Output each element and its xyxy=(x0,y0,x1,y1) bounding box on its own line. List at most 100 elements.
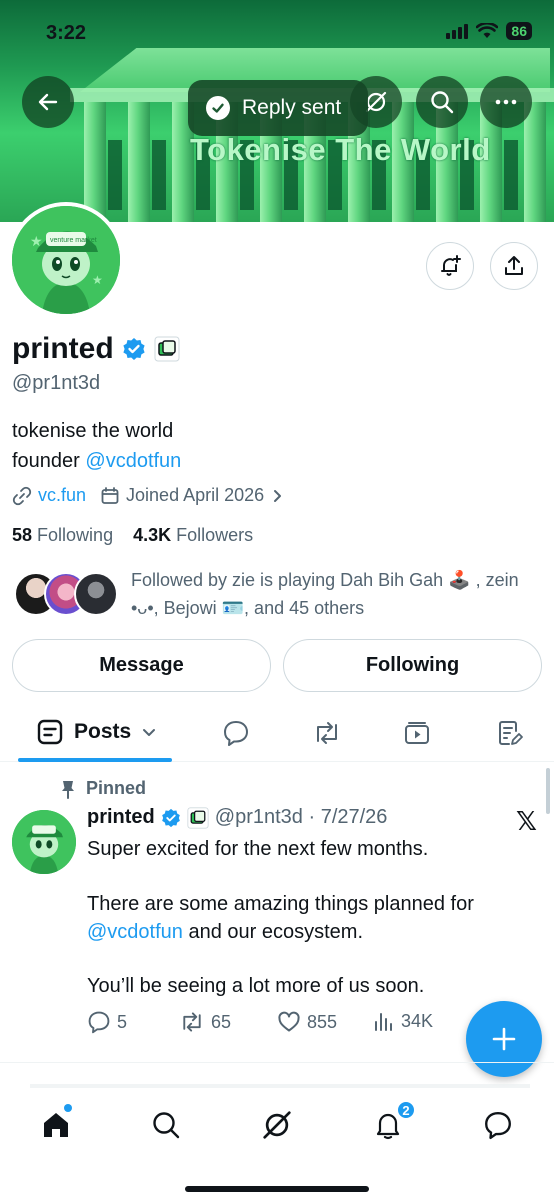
arrow-left-icon xyxy=(38,93,58,111)
following-count: 58 xyxy=(12,525,33,545)
affiliate-badge-icon xyxy=(187,806,209,829)
grok-icon xyxy=(263,1111,291,1139)
wifi-icon xyxy=(476,23,499,38)
back-button[interactable] xyxy=(22,76,74,128)
followed-by-avatars[interactable] xyxy=(14,572,118,618)
x-logo-icon: 𝕏 xyxy=(516,806,537,836)
pinned-label: Pinned xyxy=(86,778,147,798)
post-header: printed @pr1nt3d · 7/27/26 xyxy=(87,806,387,829)
followers-count-link[interactable]: 4.3K Followers xyxy=(133,525,253,545)
nav-search[interactable] xyxy=(141,1100,191,1150)
follower-avatar xyxy=(74,572,118,616)
banner-column xyxy=(128,102,150,222)
search-icon xyxy=(153,1112,180,1139)
post-text-line: You’ll be seeing a lot more of us soon. xyxy=(87,975,425,997)
share-upload-icon xyxy=(505,256,523,275)
post-handle-date: @pr1nt3d · 7/27/26 xyxy=(214,806,388,828)
avatar-illustration xyxy=(12,810,76,874)
profile-name-row: printed xyxy=(12,332,180,366)
joined-date: Joined April 2026 xyxy=(126,485,265,505)
repost-icon xyxy=(317,722,337,744)
banner-column xyxy=(524,102,546,222)
chevron-right-icon[interactable] xyxy=(270,489,284,503)
toast-label: Reply sent xyxy=(242,96,342,119)
active-tab-indicator xyxy=(18,758,172,762)
reply-bubble-icon xyxy=(224,721,248,746)
more-dots-icon xyxy=(495,99,517,105)
home-indicator xyxy=(185,1186,369,1192)
banner-window xyxy=(108,140,122,210)
reply-action[interactable]: 5 xyxy=(87,1010,127,1034)
status-icons: 86 xyxy=(446,22,532,40)
reply-icon xyxy=(88,1011,110,1034)
scrollbar[interactable] xyxy=(546,768,550,814)
nav-home[interactable] xyxy=(31,1100,81,1150)
nav-messages[interactable] xyxy=(473,1100,523,1150)
tab-media[interactable] xyxy=(402,718,432,748)
tab-articles[interactable] xyxy=(495,718,525,748)
profile-bio-line: founder @vcdotfun xyxy=(12,450,181,473)
bottom-navigation: 2 xyxy=(0,1090,554,1199)
repost-count: 65 xyxy=(211,1011,232,1032)
views-bar-chart-icon xyxy=(375,1013,392,1031)
check-circle-icon xyxy=(206,96,230,120)
more-options-button[interactable] xyxy=(480,76,532,128)
like-action[interactable]: 855 xyxy=(277,1010,337,1034)
profile-avatar[interactable]: ★ ★ venture market xyxy=(8,202,124,318)
following-count-link[interactable]: 58 Following xyxy=(12,525,113,545)
posts-icon xyxy=(37,719,63,745)
view-count: 34K xyxy=(401,1010,434,1031)
chat-bubble-icon xyxy=(485,1112,511,1140)
profile-name: printed xyxy=(12,332,114,365)
post-mention-link[interactable]: @vcdotfun xyxy=(87,921,183,943)
next-post-peek xyxy=(30,1084,530,1088)
banner-title: Tokenise The World xyxy=(190,132,491,167)
repost-icon xyxy=(183,1012,201,1032)
home-icon xyxy=(44,1113,68,1137)
reply-count: 5 xyxy=(117,1011,128,1032)
pinned-indicator: Pinned xyxy=(60,778,146,799)
website-link[interactable]: vc.fun xyxy=(38,485,86,506)
profile-meta: vc.fun Joined April 2026 xyxy=(12,485,284,506)
post-divider xyxy=(0,1062,554,1063)
banner-column xyxy=(84,102,106,222)
post-author-avatar[interactable] xyxy=(12,810,76,874)
plus-icon xyxy=(492,1027,516,1051)
affiliate-badge-icon[interactable] xyxy=(154,336,180,362)
reply-sent-toast: Reply sent xyxy=(188,80,368,136)
views-action[interactable]: 34K xyxy=(373,1010,433,1032)
tab-posts-label: Posts xyxy=(74,720,132,743)
bio-mention-link[interactable]: @vcdotfun xyxy=(85,450,181,472)
heart-icon xyxy=(278,1011,300,1032)
verified-badge-icon xyxy=(161,808,180,827)
post-author-name[interactable]: printed xyxy=(87,806,155,829)
followers-label: Followers xyxy=(176,525,254,545)
notify-subscribe-button[interactable] xyxy=(426,242,474,290)
video-media-icon xyxy=(405,722,429,744)
following-button[interactable]: Following xyxy=(283,639,542,692)
post-text-line: There are some amazing things planned fo… xyxy=(87,893,474,915)
tab-replies[interactable] xyxy=(221,718,251,748)
profile-bio-line: tokenise the world xyxy=(12,420,174,442)
article-edit-icon xyxy=(499,721,523,745)
status-time: 3:22 xyxy=(46,22,87,44)
post-text: and our ecosystem. xyxy=(182,921,364,943)
post-actions: 5 65 855 34K xyxy=(87,1010,467,1040)
compose-post-button[interactable] xyxy=(466,1001,542,1077)
like-count: 855 xyxy=(307,1011,338,1032)
svg-text:venture market: venture market xyxy=(50,237,97,244)
pin-icon xyxy=(62,780,74,799)
repost-action[interactable]: 65 xyxy=(179,1010,231,1034)
nav-grok[interactable] xyxy=(252,1100,302,1150)
search-button[interactable] xyxy=(416,76,468,128)
chevron-down-icon[interactable] xyxy=(141,724,157,740)
avatar-illustration: ★ ★ venture market xyxy=(12,206,120,314)
tab-reposts[interactable] xyxy=(312,718,342,748)
following-label: Following xyxy=(37,525,114,545)
tab-posts[interactable]: Posts xyxy=(36,718,157,746)
followed-by-text[interactable]: Followed by zie is playing Dah Bih Gah 🕹… xyxy=(131,566,541,622)
verified-badge-icon[interactable] xyxy=(122,337,146,361)
profile-tabs: Posts xyxy=(0,704,554,762)
share-profile-button[interactable] xyxy=(490,242,538,290)
message-button[interactable]: Message xyxy=(12,639,271,692)
